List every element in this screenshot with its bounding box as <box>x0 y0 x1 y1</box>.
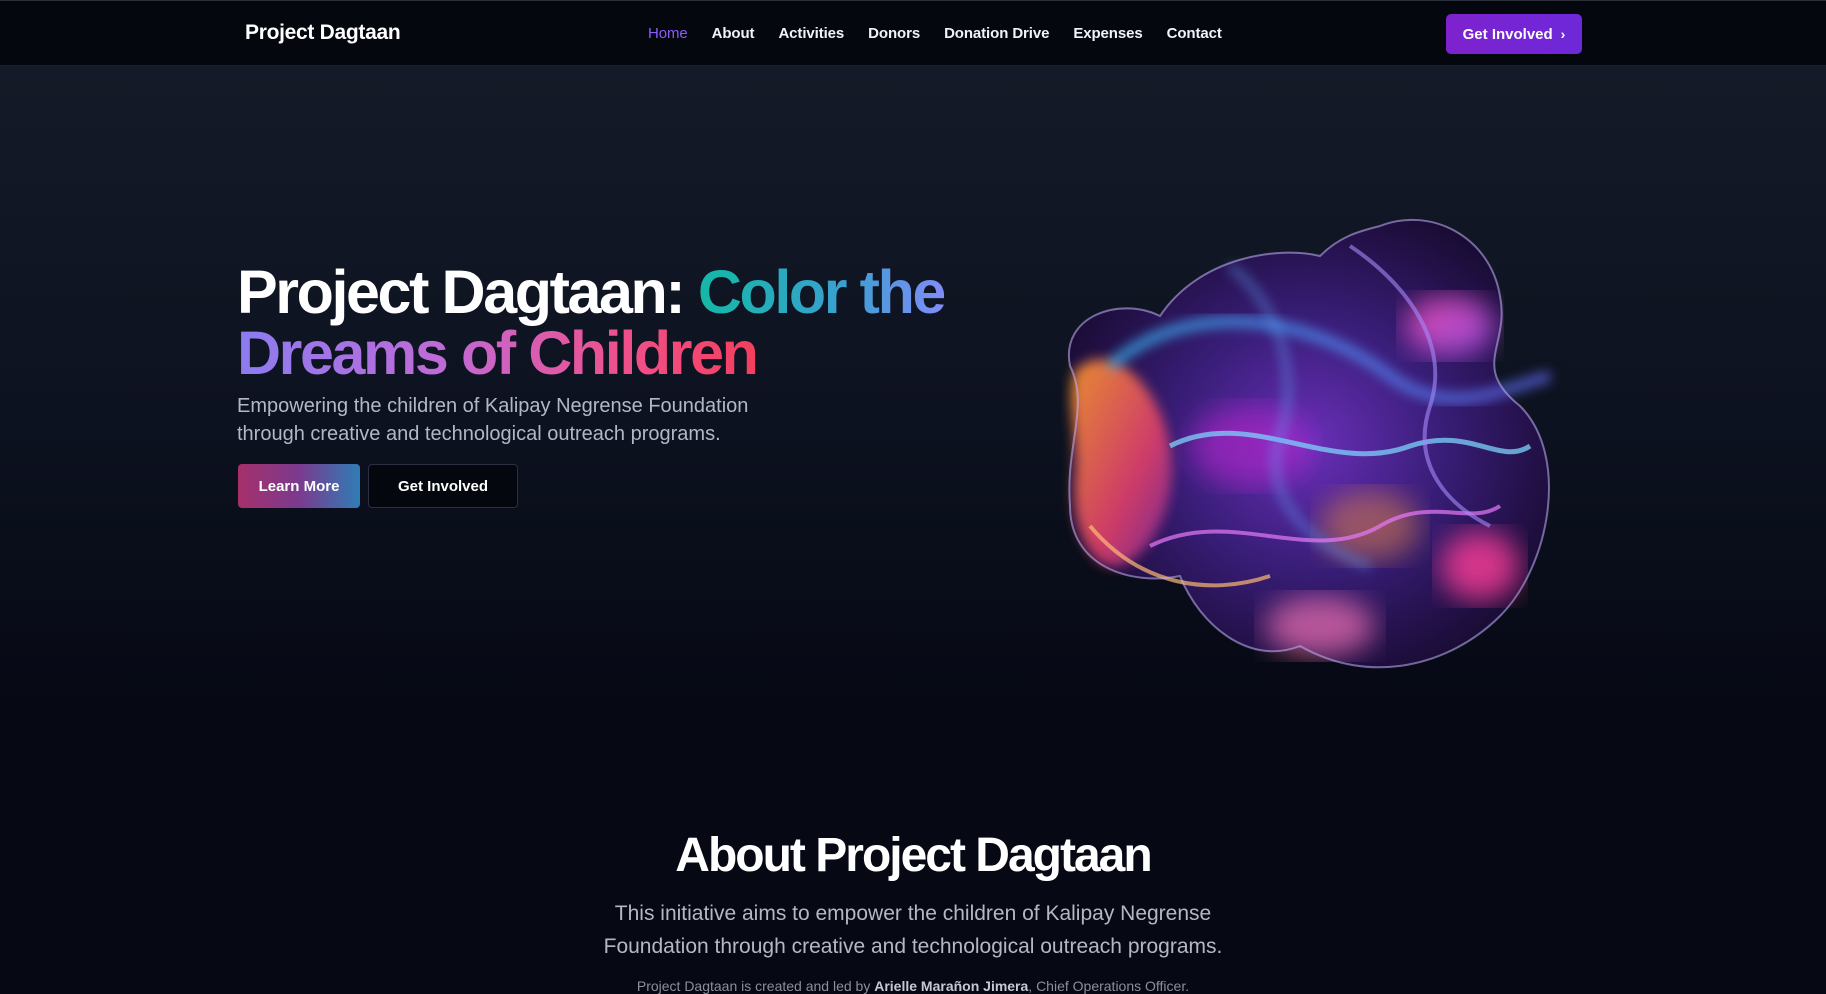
nav-link-donors[interactable]: Donors <box>868 25 920 42</box>
credit-name: Arielle Marañon Jimera <box>874 978 1029 994</box>
nav-link-donation-drive[interactable]: Donation Drive <box>944 25 1049 42</box>
about-credit: Project Dagtaan is created and led by Ar… <box>0 978 1826 994</box>
hero-title: Project Dagtaan: Color the Dreams of Chi… <box>237 262 997 384</box>
about-description-line-2: Foundation through creative and technolo… <box>603 935 1223 958</box>
nav-link-activities[interactable]: Activities <box>778 25 844 42</box>
get-involved-nav-button[interactable]: Get Involved › <box>1446 14 1582 54</box>
chevron-right-icon: › <box>1560 26 1566 42</box>
hero-title-highlight-1: Color the <box>697 258 947 326</box>
get-involved-nav-label: Get Involved <box>1462 25 1553 43</box>
nav-link-contact[interactable]: Contact <box>1167 25 1222 42</box>
learn-more-button[interactable]: Learn More <box>238 464 360 508</box>
nav-link-about[interactable]: About <box>712 25 755 42</box>
about-title: About Project Dagtaan <box>675 829 1152 882</box>
get-involved-button[interactable]: Get Involved <box>368 464 518 508</box>
nav-link-expenses[interactable]: Expenses <box>1073 25 1142 42</box>
abstract-fluid-art <box>1067 218 1552 669</box>
hero-title-highlight-2: Dreams of Children <box>237 319 759 387</box>
nav-link-home[interactable]: Home <box>648 25 688 42</box>
top-navbar: Project Dagtaan Home About Activities Do… <box>0 0 1826 66</box>
about-description-line-1: This initiative aims to empower the chil… <box>614 902 1212 925</box>
hero-title-plain: Project Dagtaan: <box>237 258 698 326</box>
hero-subtitle: Empowering the children of Kalipay Negre… <box>237 392 837 448</box>
brand-logo[interactable]: Project Dagtaan <box>245 21 401 45</box>
hero-subtitle-line-1: Empowering the children of Kalipay Negre… <box>237 395 749 417</box>
credit-suffix: , Chief Operations Officer. <box>1028 978 1190 994</box>
credit-prefix: Project Dagtaan is created and led by <box>636 978 875 994</box>
nav-links: Home About Activities Donors Donation Dr… <box>648 25 1246 42</box>
hero-section: Project Dagtaan: Color the Dreams of Chi… <box>0 66 1826 706</box>
about-description: This initiative aims to empower the chil… <box>563 897 1263 963</box>
hero-subtitle-line-2: through creative and technological outre… <box>237 423 721 445</box>
